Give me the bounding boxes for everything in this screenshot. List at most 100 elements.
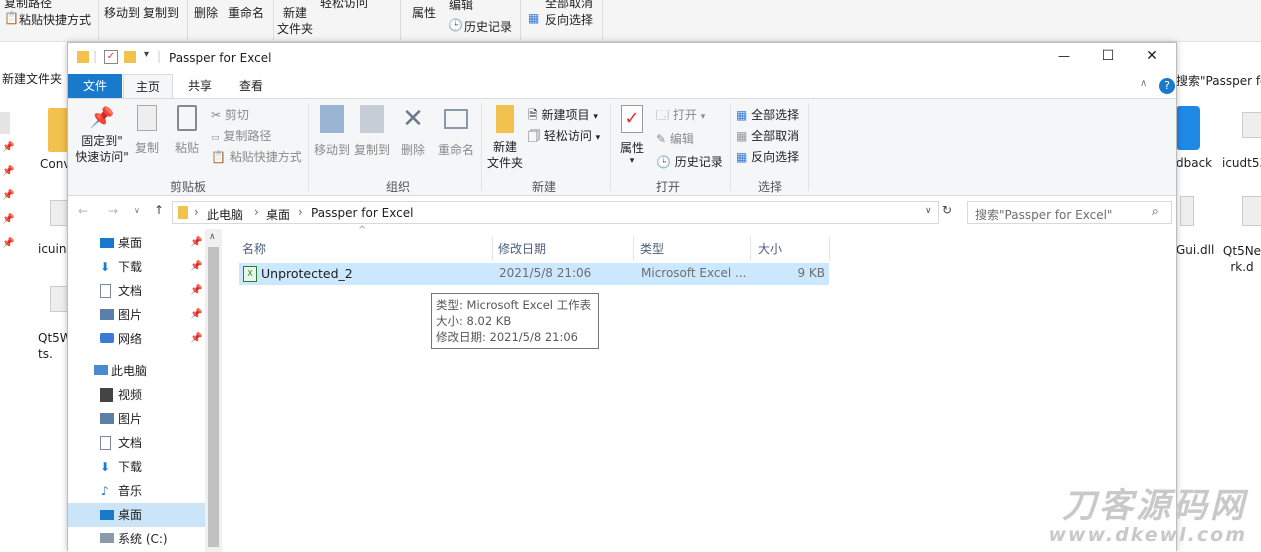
tab-file[interactable]: 文件: [68, 74, 122, 98]
file-name[interactable]: Unprotected_2: [261, 266, 353, 281]
nav-label: 桌面: [118, 236, 143, 250]
move-to-button[interactable]: 移动到: [312, 105, 352, 158]
delete-button[interactable]: ✕ 删除: [398, 105, 428, 158]
chevron-right-icon[interactable]: ›: [194, 205, 199, 219]
pin-icon[interactable]: 📌: [190, 303, 202, 327]
settings-file-icon: [1242, 112, 1261, 138]
collapse-ribbon-icon[interactable]: ∧: [1140, 78, 1147, 89]
group-divider: [308, 103, 309, 191]
group-divider: [610, 103, 611, 191]
nav-item[interactable]: 文档 📌: [68, 279, 205, 303]
breadcrumb-this-pc[interactable]: 此电脑: [207, 206, 243, 223]
nav-label: 音乐: [118, 484, 143, 498]
tab-view[interactable]: 查看: [226, 74, 276, 98]
up-arrow-icon[interactable]: ↑: [154, 203, 164, 217]
nav-item[interactable]: 图片: [68, 407, 205, 431]
pin-icon[interactable]: 📌: [190, 279, 202, 303]
refresh-icon[interactable]: ↻: [942, 203, 952, 217]
customize-quick-access-icon[interactable]: ▾: [144, 49, 149, 60]
cut-button[interactable]: ✂ 剪切: [211, 106, 249, 123]
scroll-up-icon[interactable]: ∧: [209, 232, 216, 242]
history-button[interactable]: 🕒 历史记录: [656, 153, 723, 170]
paste-shortcut-button[interactable]: 📋 粘贴快捷方式: [211, 148, 302, 165]
scrollbar-thumb[interactable]: [208, 247, 219, 547]
column-header-name[interactable]: 名称: [242, 237, 494, 261]
maximize-button[interactable]: ☐: [1098, 48, 1118, 64]
help-icon[interactable]: ?: [1159, 78, 1175, 94]
copy-path-button[interactable]: ▭ 复制路径: [211, 127, 271, 144]
forward-arrow-icon[interactable]: →: [108, 204, 118, 218]
paste-label: 粘贴: [174, 141, 199, 155]
nav-item[interactable]: 此电脑: [68, 359, 205, 383]
new-folder-icon: [496, 105, 514, 133]
bg-divider: [520, 0, 521, 40]
minimize-button[interactable]: —: [1054, 49, 1074, 63]
nav-item[interactable]: ♪ 音乐: [68, 479, 205, 503]
easy-access-icon: 🗍: [528, 129, 540, 143]
settings-file-icon: [1242, 196, 1261, 226]
nav-item[interactable]: ⬇ 下载: [68, 455, 205, 479]
open-button[interactable]: 🗔 打开 ▾: [656, 106, 705, 127]
pin-icon[interactable]: 📌: [190, 327, 202, 351]
paste-button[interactable]: 粘贴: [172, 105, 202, 156]
folder-icon: [77, 51, 89, 63]
search-icon[interactable]: ⌕: [1152, 204, 1159, 219]
properties-quick-icon[interactable]: ✓: [104, 50, 118, 64]
file-row[interactable]: X Unprotected_2 2021/5/8 21:06 Microsoft…: [239, 263, 829, 285]
navigation-pane: 桌面 📌 ⬇ 下载 📌 文档 📌 图片 📌 网络 📌 此电脑 视频 图片 文档 ⬇ 下载 ♪ 音…: [68, 229, 205, 552]
address-dropdown-icon[interactable]: ∨: [925, 206, 932, 216]
column-header-type[interactable]: 类型: [640, 237, 750, 261]
copy-path-icon: ▭: [211, 133, 220, 143]
rename-button[interactable]: 重命名: [434, 105, 478, 158]
bg-divider: [98, 0, 99, 40]
desktop-icon: [100, 510, 114, 520]
bg-file-label: Qt5Ne rk.d: [1222, 244, 1261, 274]
breadcrumb-passper[interactable]: Passper for Excel: [311, 206, 413, 220]
tab-home[interactable]: 主页: [123, 74, 173, 98]
chevron-right-icon[interactable]: ›: [298, 205, 303, 219]
new-folder-button[interactable]: 新建 文件夹: [484, 105, 526, 171]
nav-item[interactable]: 桌面: [68, 503, 205, 527]
open-label: 打开: [672, 108, 697, 122]
copy-button[interactable]: 复制: [132, 105, 162, 156]
recent-locations-icon[interactable]: ∨: [134, 206, 140, 215]
edit-button[interactable]: ✎ 编辑: [656, 130, 694, 147]
pin-icon[interactable]: 📌: [190, 231, 202, 255]
paste-shortcut-icon: 📋: [211, 150, 226, 164]
new-folder-quick-icon[interactable]: [124, 51, 136, 63]
nav-item[interactable]: 桌面 📌: [68, 231, 205, 255]
watermark: 刀客源码网 www.dkewl.com: [1048, 487, 1247, 545]
back-arrow-icon[interactable]: ←: [78, 204, 88, 218]
invert-selection-button[interactable]: ▦ 反向选择: [736, 148, 799, 165]
nav-item[interactable]: 文档: [68, 431, 205, 455]
properties-button[interactable]: ✓ 属性 ▾: [614, 105, 650, 166]
pin-to-quick-access-button[interactable]: 📌 固定到" 快速访问": [72, 105, 132, 165]
nav-scrollbar[interactable]: ∧: [205, 229, 222, 552]
search-input[interactable]: 搜索"Passper for Excel" ⌕: [967, 201, 1172, 224]
select-all-button[interactable]: ▦ 全部选择: [736, 106, 799, 123]
nav-label: 文档: [118, 436, 143, 450]
column-header-modified[interactable]: 修改日期: [498, 237, 635, 261]
select-none-icon: ▦: [736, 129, 748, 143]
nav-item[interactable]: 视频: [68, 383, 205, 407]
new-group-label: 新建: [531, 180, 556, 194]
pin-icon[interactable]: 📌: [190, 255, 202, 279]
tab-share[interactable]: 共享: [175, 74, 225, 98]
chevron-right-icon[interactable]: ›: [254, 205, 259, 219]
close-button[interactable]: ✕: [1142, 48, 1162, 64]
easy-access-button[interactable]: 🗍 轻松访问 ▾: [528, 127, 600, 148]
nav-item[interactable]: ⬇ 下载 📌: [68, 255, 205, 279]
new-item-button[interactable]: 🗎 新建项目 ▾: [528, 106, 598, 127]
title-divider: |: [93, 49, 98, 63]
copy-to-button[interactable]: 复制到: [352, 105, 392, 158]
nav-item[interactable]: 图片 📌: [68, 303, 205, 327]
column-header-size[interactable]: 大小: [758, 237, 828, 261]
properties-icon: ✓: [621, 105, 643, 133]
address-bar[interactable]: › 此电脑 › 桌面 › Passper for Excel ∨: [172, 201, 939, 224]
nav-item[interactable]: 系统 (C:): [68, 527, 205, 551]
select-none-button[interactable]: ▦ 全部取消: [736, 127, 799, 144]
nav-item[interactable]: 网络 📌: [68, 327, 205, 351]
edit-label: 编辑: [669, 132, 694, 146]
file-type: Microsoft Excel ...: [641, 266, 747, 280]
breadcrumb-desktop[interactable]: 桌面: [266, 206, 290, 223]
